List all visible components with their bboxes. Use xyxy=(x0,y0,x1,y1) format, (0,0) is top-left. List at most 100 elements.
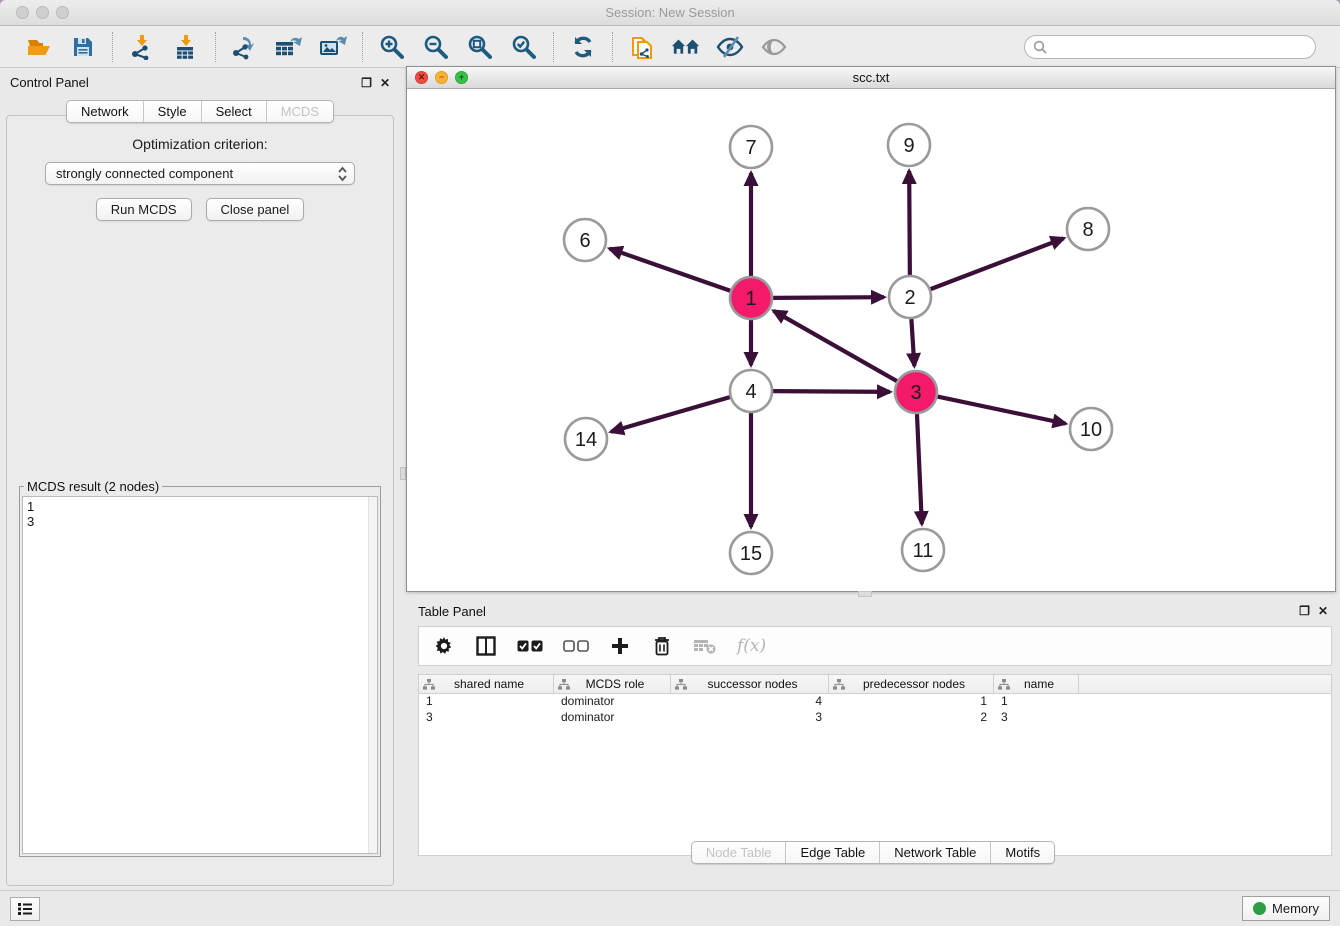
delete-column-icon[interactable] xyxy=(651,634,673,658)
tab-network-table[interactable]: Network Table xyxy=(879,842,990,863)
cell-predecessor-nodes[interactable]: 1 xyxy=(829,694,994,710)
cell-successor-nodes[interactable]: 3 xyxy=(671,710,829,726)
table-close-panel-icon[interactable]: ✕ xyxy=(1318,605,1328,617)
column-header-MCDS-role[interactable]: MCDS role xyxy=(554,675,671,693)
add-column-icon[interactable] xyxy=(609,634,631,658)
table-settings-gear-icon[interactable] xyxy=(433,634,455,658)
node-label-10: 10 xyxy=(1080,419,1102,441)
edge-3-11[interactable] xyxy=(917,414,922,524)
network-minimize-icon[interactable]: − xyxy=(435,71,448,84)
edge-4-14[interactable] xyxy=(611,397,730,432)
network-view-window: ✕ − + scc.txt 7968124314101511 xyxy=(406,66,1336,592)
main-toolbar xyxy=(0,26,1340,68)
houses-icon[interactable] xyxy=(671,32,701,62)
column-header-predecessor-nodes[interactable]: predecessor nodes xyxy=(829,675,994,693)
window-controls xyxy=(16,6,69,19)
cell-successor-nodes[interactable]: 4 xyxy=(671,694,829,710)
horizontal-splitter-handle[interactable] xyxy=(858,591,872,597)
close-panel-button[interactable]: Close panel xyxy=(206,198,305,221)
tab-mcds[interactable]: MCDS xyxy=(266,101,333,122)
search-input[interactable] xyxy=(1052,40,1307,54)
tab-style[interactable]: Style xyxy=(143,101,201,122)
zoom-fit-icon[interactable] xyxy=(465,32,495,62)
control-panel-title: Control Panel xyxy=(10,75,89,90)
column-header-successor-nodes[interactable]: successor nodes xyxy=(671,675,829,693)
node-label-1: 1 xyxy=(745,288,756,310)
column-header-shared-name[interactable]: shared name xyxy=(419,675,554,693)
edge-3-10[interactable] xyxy=(938,397,1066,424)
float-panel-icon[interactable]: ❐ xyxy=(361,77,372,89)
cell-shared-name[interactable]: 3 xyxy=(419,710,554,726)
control-panel-tabs: NetworkStyleSelectMCDS xyxy=(66,100,334,123)
run-mcds-button[interactable]: Run MCDS xyxy=(96,198,192,221)
node-label-14: 14 xyxy=(575,429,597,451)
mcds-result-lines: 1 3 xyxy=(23,497,377,531)
edge-2-9[interactable] xyxy=(909,171,910,275)
zoom-out-icon[interactable] xyxy=(421,32,451,62)
deselect-all-icon[interactable] xyxy=(563,634,589,658)
tab-edge-table[interactable]: Edge Table xyxy=(785,842,879,863)
criterion-dropdown[interactable]: strongly connected component xyxy=(45,162,355,185)
zoom-window-button[interactable] xyxy=(56,6,69,19)
tab-select[interactable]: Select xyxy=(201,101,266,122)
eye-slash-icon[interactable] xyxy=(715,32,745,62)
delete-table-icon[interactable] xyxy=(693,634,717,658)
tab-motifs[interactable]: Motifs xyxy=(990,842,1054,863)
cell-name[interactable]: 1 xyxy=(994,694,1079,710)
cell-predecessor-nodes[interactable]: 2 xyxy=(829,710,994,726)
eye-icon[interactable] xyxy=(759,32,789,62)
network-window-titlebar[interactable]: ✕ − + scc.txt xyxy=(407,67,1335,89)
edge-1-6[interactable] xyxy=(610,249,731,291)
table-row[interactable]: 3dominator323 xyxy=(419,710,1331,726)
optimization-criterion-label: Optimization criterion: xyxy=(15,136,385,152)
criterion-dropdown-value: strongly connected component xyxy=(56,166,337,181)
export-table-icon[interactable] xyxy=(274,32,304,62)
close-panel-icon[interactable]: ✕ xyxy=(380,77,390,89)
function-builder-icon[interactable]: f(x) xyxy=(737,634,766,658)
minimize-window-button[interactable] xyxy=(36,6,49,19)
app-window: Session: New Session xyxy=(0,0,1340,926)
search-field[interactable] xyxy=(1024,35,1316,59)
column-header-name[interactable]: name xyxy=(994,675,1079,693)
save-session-icon[interactable] xyxy=(68,32,98,62)
task-history-button[interactable] xyxy=(10,897,40,921)
export-image-icon[interactable] xyxy=(318,32,348,62)
import-network-icon[interactable] xyxy=(127,32,157,62)
edge-2-3[interactable] xyxy=(911,319,914,366)
table-body: 1dominator4113dominator323 xyxy=(419,694,1331,726)
import-table-icon[interactable] xyxy=(171,32,201,62)
cell-shared-name[interactable]: 1 xyxy=(419,694,554,710)
edge-2-8[interactable] xyxy=(931,238,1064,289)
mcds-result-group: MCDS result (2 nodes) 1 3 xyxy=(19,479,381,857)
edge-1-2[interactable] xyxy=(773,297,884,298)
table-float-panel-icon[interactable]: ❐ xyxy=(1299,605,1310,617)
clone-network-icon[interactable] xyxy=(627,32,657,62)
mcds-tab-content: Optimization criterion: strongly connect… xyxy=(6,115,394,886)
cell-name[interactable]: 3 xyxy=(994,710,1079,726)
edge-3-1[interactable] xyxy=(774,311,897,381)
zoom-selected-icon[interactable] xyxy=(509,32,539,62)
cell-MCDS-role[interactable]: dominator xyxy=(554,694,671,710)
result-scrollbar[interactable] xyxy=(368,497,377,853)
close-window-button[interactable] xyxy=(16,6,29,19)
node-label-9: 9 xyxy=(903,135,914,157)
window-title: Session: New Session xyxy=(605,5,734,20)
network-maximize-icon[interactable]: + xyxy=(455,71,468,84)
open-session-icon[interactable] xyxy=(24,32,54,62)
tab-node-table[interactable]: Node Table xyxy=(692,842,786,863)
show-columns-icon[interactable] xyxy=(475,634,497,658)
network-canvas[interactable]: 7968124314101511 xyxy=(407,89,1335,590)
export-network-icon[interactable] xyxy=(230,32,260,62)
cell-MCDS-role[interactable]: dominator xyxy=(554,710,671,726)
select-all-icon[interactable] xyxy=(517,634,543,658)
table-panel: Table Panel ❐ ✕ xyxy=(406,598,1340,890)
mcds-result-textarea[interactable]: 1 3 xyxy=(22,496,378,854)
table-row[interactable]: 1dominator411 xyxy=(419,694,1331,710)
node-label-4: 4 xyxy=(745,381,756,403)
network-close-icon[interactable]: ✕ xyxy=(415,71,428,84)
edge-4-3[interactable] xyxy=(773,391,890,392)
memory-button[interactable]: Memory xyxy=(1242,896,1330,921)
zoom-in-icon[interactable] xyxy=(377,32,407,62)
tab-network[interactable]: Network xyxy=(67,101,143,122)
refresh-icon[interactable] xyxy=(568,32,598,62)
